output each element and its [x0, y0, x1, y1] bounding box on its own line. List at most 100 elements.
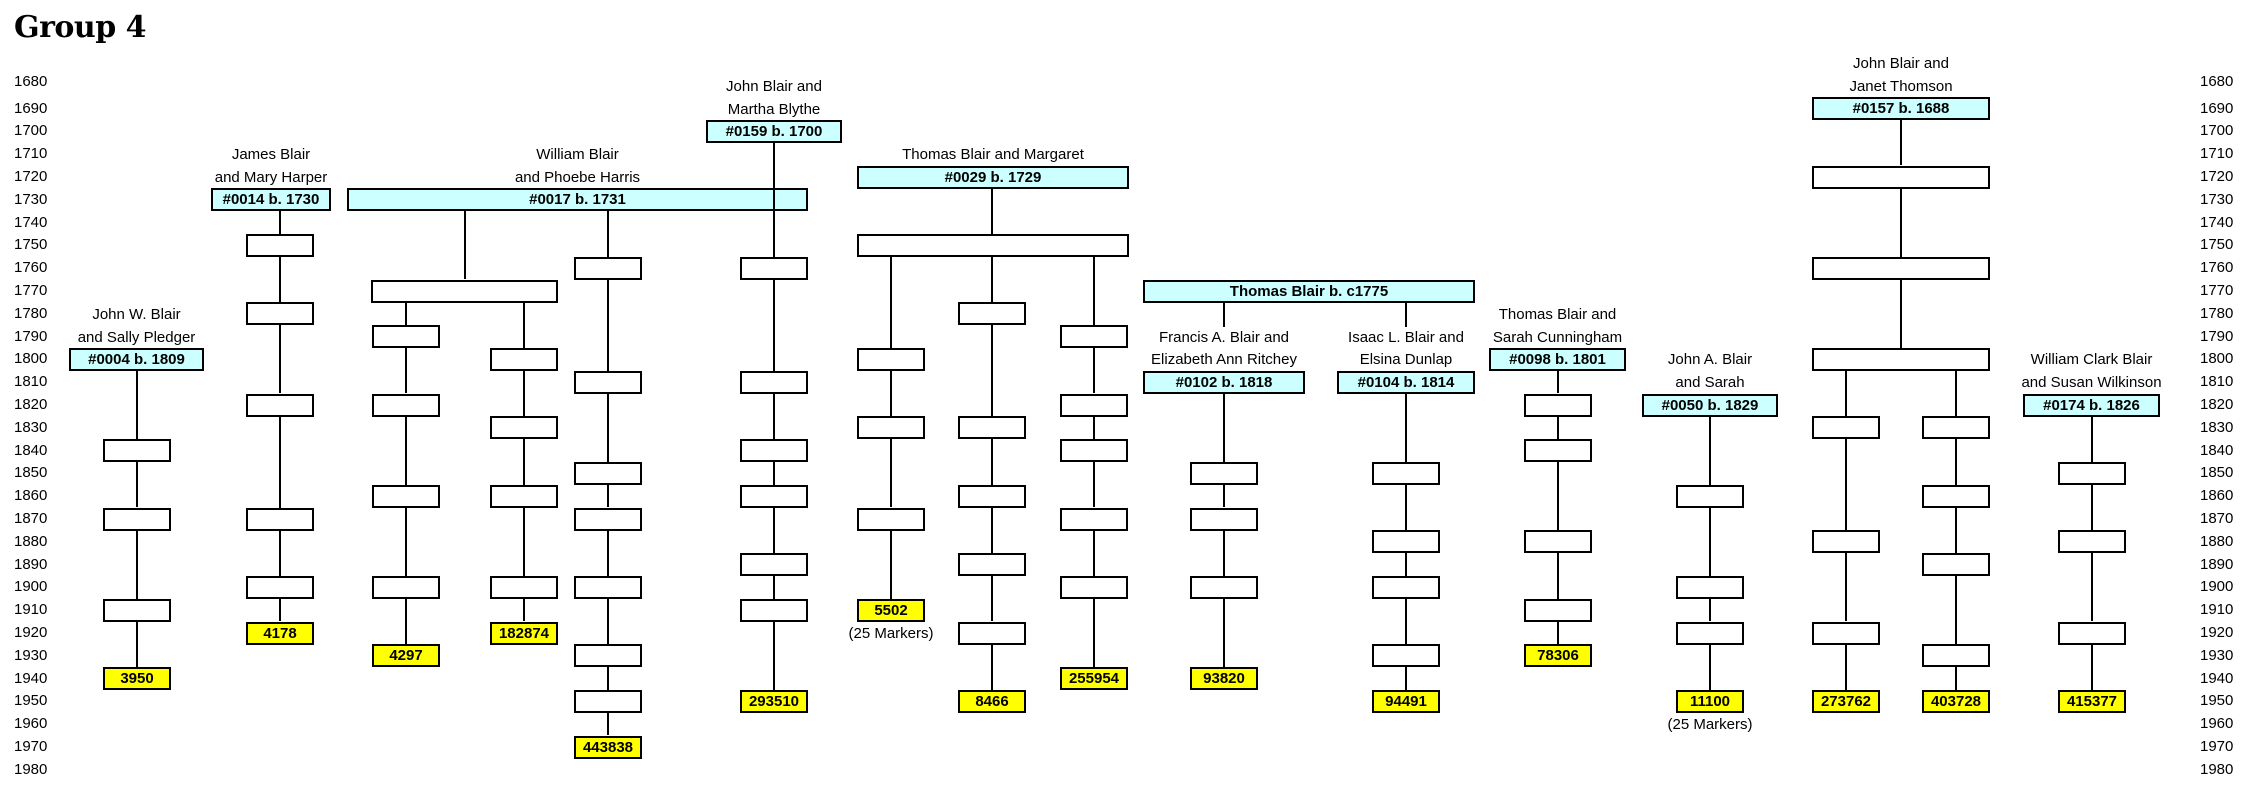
kit-number-box[interactable]: 78306 — [1524, 644, 1592, 668]
year-tick-label: 1890 — [14, 555, 48, 573]
generation-box — [246, 233, 314, 257]
connector-line — [1093, 256, 1095, 326]
ancestor-box[interactable]: #0029 b. 1729 — [857, 165, 1129, 189]
year-tick-label: 1930 — [2200, 646, 2234, 664]
connector-line — [1557, 621, 1559, 645]
couple-label: John Blair and — [726, 77, 822, 95]
generation-box — [740, 439, 808, 463]
year-tick-label: 1770 — [14, 282, 48, 299]
generation-box — [574, 507, 642, 531]
connector-line — [773, 621, 775, 690]
couple-label: and Susan Wilkinson — [2021, 374, 2162, 392]
generation-box — [1922, 484, 1990, 508]
connector-line — [405, 302, 407, 326]
year-tick-label: 1810 — [2200, 373, 2234, 391]
year-tick-label: 1910 — [2200, 601, 2234, 619]
ancestor-box[interactable]: Thomas Blair b. c1775 — [1143, 279, 1475, 303]
ancestor-box[interactable]: #0104 b. 1814 — [1337, 370, 1475, 394]
kit-number-box[interactable]: 182874 — [490, 621, 558, 645]
kit-number-box[interactable]: 273762 — [1812, 689, 1880, 713]
kit-number-box[interactable]: 293510 — [740, 689, 808, 713]
kit-number-box[interactable]: 8466 — [958, 689, 1026, 713]
ancestor-box[interactable]: #0014 b. 1730 — [211, 188, 331, 212]
kit-number-box[interactable]: 4178 — [246, 621, 314, 645]
couple-label: James Blair — [231, 146, 311, 164]
connector-line — [136, 370, 138, 440]
ancestor-box[interactable]: #0102 b. 1818 — [1143, 370, 1305, 394]
generation-box — [490, 416, 558, 440]
connector-line — [523, 598, 525, 622]
kit-number-box[interactable]: 3950 — [103, 667, 171, 691]
generation-box — [958, 553, 1026, 577]
year-tick-label: 1840 — [2200, 441, 2234, 459]
connector-line — [991, 325, 993, 417]
connector-line — [607, 484, 609, 508]
connector-line — [1845, 553, 1847, 622]
year-tick-label: 1700 — [14, 122, 48, 140]
kit-number-box[interactable]: 93820 — [1190, 667, 1258, 691]
generation-box — [1190, 575, 1258, 599]
kit-number-box[interactable]: 255954 — [1060, 667, 1128, 691]
connector-line — [773, 279, 775, 371]
kit-number-box[interactable]: 403728 — [1922, 689, 1990, 713]
kit-number-box[interactable]: 443838 — [574, 735, 642, 759]
year-tick-label: 1820 — [2200, 396, 2234, 413]
ancestor-box[interactable]: #0098 b. 1801 — [1489, 347, 1626, 371]
generation-box — [246, 393, 314, 417]
year-tick-label: 1680 — [2200, 72, 2234, 90]
connector-line — [1223, 484, 1225, 508]
year-tick-label: 1970 — [2200, 738, 2234, 755]
year-tick-label: 1870 — [2200, 510, 2234, 527]
generation-box — [103, 507, 171, 531]
connector-line — [279, 211, 281, 234]
couple-label: and Mary Harper — [214, 169, 328, 186]
generation-box — [958, 484, 1026, 508]
year-tick-label: 1770 — [2200, 282, 2234, 299]
couple-label: John A. Blair — [1667, 351, 1753, 369]
ancestor-box[interactable]: #0174 b. 1826 — [2023, 393, 2160, 417]
connector-line — [2091, 484, 2093, 531]
kit-number-box[interactable]: 94491 — [1372, 689, 1440, 713]
ancestor-box[interactable]: #0004 b. 1809 — [69, 347, 204, 371]
connector-line — [991, 644, 993, 690]
generation-box — [372, 325, 440, 349]
generation-box — [1812, 530, 1880, 554]
connector-line — [1093, 530, 1095, 576]
connector-line — [1557, 553, 1559, 599]
generation-box — [490, 484, 558, 508]
couple-label: Thomas Blair and Margaret — [902, 146, 1084, 164]
connector-line — [1093, 348, 1095, 394]
connector-line — [1955, 370, 1957, 417]
generation-box — [372, 393, 440, 417]
generation-box — [372, 575, 440, 599]
year-tick-label: 1710 — [2200, 145, 2234, 163]
connector-line — [1557, 370, 1559, 394]
kit-number-box[interactable]: 4297 — [372, 644, 440, 668]
generation-box — [1524, 598, 1592, 622]
connector-line — [773, 393, 775, 440]
couple-label: William Clark Blair — [2030, 351, 2153, 369]
marker-count-note: (25 Markers) — [848, 625, 934, 642]
couple-label: Sarah Cunningham — [1492, 328, 1623, 346]
generation-box — [1372, 461, 1440, 485]
connector-line — [607, 393, 609, 462]
kit-number-box[interactable]: 5502 — [857, 598, 925, 622]
ancestor-box[interactable]: #0050 b. 1829 — [1642, 393, 1778, 417]
connector-line — [136, 462, 138, 508]
couple-label: Thomas Blair and — [1498, 305, 1617, 323]
generation-box — [1060, 439, 1128, 463]
ancestor-box[interactable]: #0017 b. 1731 — [347, 188, 808, 212]
connector-line — [279, 325, 281, 394]
generation-box — [1524, 439, 1592, 463]
generation-box — [958, 416, 1026, 440]
connector-line — [1405, 302, 1407, 327]
kit-number-box[interactable]: 11100 — [1676, 689, 1744, 713]
ancestor-box[interactable]: #0159 b. 1700 — [706, 119, 842, 143]
connector-line — [1093, 462, 1095, 508]
connector-line — [890, 530, 892, 599]
connector-line — [136, 530, 138, 599]
kit-number-box[interactable]: 415377 — [2058, 689, 2126, 713]
connector-line — [523, 439, 525, 485]
connector-line — [991, 188, 993, 234]
ancestor-box[interactable]: #0157 b. 1688 — [1812, 97, 1990, 121]
